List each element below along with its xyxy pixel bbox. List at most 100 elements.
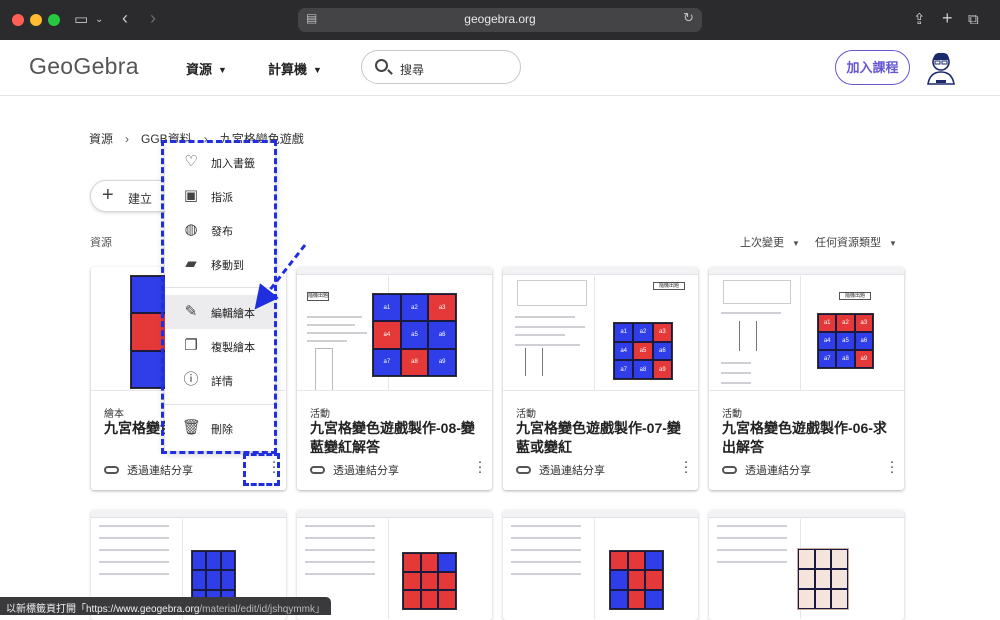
tile [814, 569, 832, 589]
tile: a6 [428, 321, 456, 349]
create-label: 建立 [128, 192, 153, 206]
thumb-line [99, 525, 169, 527]
link-icon [310, 466, 325, 474]
share-label: 透過連結分享 [333, 465, 399, 477]
resource-card[interactable]: 隨機出題 a1 a2 a3 a4 a5 a6 a7 a8 a9 活動 九宮格變色遊戲製作-0… [503, 267, 698, 490]
section-label: 資源 [90, 237, 112, 249]
thumb-toolbar [91, 510, 286, 518]
card-kind: 活動 [722, 409, 742, 420]
more-options-button[interactable]: · · · [682, 454, 690, 479]
card-title[interactable]: 九宮格變色遊戲製作-08-變藍變紅解答 [310, 419, 485, 457]
address-bar[interactable]: ▤ geogebra.org ↻ [298, 8, 702, 32]
thumb-toolbar [297, 267, 492, 275]
thumb-line [717, 525, 787, 527]
card-thumbnail[interactable]: 隨機出題 a1 a2 a3 a4 a5 a6 a7 a8 a9 [709, 267, 904, 391]
tile [438, 553, 456, 572]
thumb-line [307, 340, 347, 342]
zoom-window-button[interactable] [48, 14, 60, 26]
thumb-line [511, 561, 581, 563]
tile [610, 589, 628, 609]
thumb-line [307, 316, 362, 318]
card-thumbnail[interactable]: 隨機出題 a1 a2 a3 a4 a5 a6 a7 a8 a9 [297, 267, 492, 391]
thumb-line [511, 537, 581, 539]
nav-resources[interactable]: 資源 ▼ [186, 59, 227, 78]
thumb-algebra-view [709, 519, 801, 619]
card-title[interactable]: 九宮格變色遊戲製作-07-變藍或變紅 [516, 419, 691, 457]
thumb-line [717, 561, 787, 563]
nav-calculators[interactable]: 計算機 ▼ [268, 59, 322, 78]
thumb-toolbar [709, 267, 904, 275]
sort-dropdown[interactable]: 上次變更 ▼ [740, 234, 800, 250]
chevron-down-icon[interactable]: ⌄ [95, 10, 103, 30]
sort-label: 上次變更 [740, 237, 784, 249]
nav-resources-label: 資源 [186, 62, 213, 77]
back-icon[interactable]: ‹ [122, 8, 128, 28]
share-link[interactable]: 透過連結分享 [722, 462, 811, 478]
thumb-line [515, 316, 575, 318]
annotation-more-button-highlight [243, 453, 280, 486]
tile [798, 589, 815, 609]
thumb-line [515, 326, 585, 328]
share-label: 透過連結分享 [745, 465, 811, 477]
chevron-right-icon: › [125, 132, 130, 146]
tile [438, 571, 456, 591]
tile [420, 571, 439, 591]
tile: a5 [400, 321, 429, 349]
browser-toolbar: ▭ ⌄ ‹ › ▤ geogebra.org ↻ ⇪ + ⧉ [0, 0, 1000, 40]
tile: a8 [836, 350, 855, 368]
share-link[interactable]: 透過連結分享 [310, 462, 399, 478]
tile: a3 [428, 294, 456, 322]
thumb-line [305, 561, 375, 563]
tile: a4 [373, 321, 401, 349]
status-prefix: 以新標籤頁打開「 [6, 604, 86, 615]
share-icon[interactable]: ⇪ [913, 10, 926, 30]
thumb-line [515, 344, 580, 346]
thumb-line [717, 537, 787, 539]
tile: a9 [652, 360, 672, 379]
share-link[interactable]: 透過連結分享 [516, 462, 605, 478]
link-icon [516, 466, 531, 474]
type-filter-dropdown[interactable]: 任何資源類型 ▼ [815, 234, 897, 250]
tile: a9 [428, 348, 456, 376]
more-options-button[interactable]: · · · [888, 454, 896, 479]
resource-card[interactable]: 隨機出題 a1 a2 a3 a4 a5 a6 a7 a8 a9 活動 九宮格變色遊戲製作-0… [709, 267, 904, 490]
card-title[interactable]: 九宮格變色遊戲製作-06-求出解答 [722, 419, 897, 457]
share-link[interactable]: 透過連結分享 [104, 462, 193, 478]
tile [192, 551, 207, 571]
sidebar-toggle-icon[interactable]: ▭ [74, 10, 88, 30]
caret-down-icon: ▼ [889, 239, 897, 248]
avatar[interactable] [922, 48, 960, 86]
tile: a1 [614, 323, 634, 342]
thumb-table [315, 348, 333, 390]
reload-icon[interactable]: ↻ [683, 10, 694, 26]
thumb-line [99, 549, 169, 551]
tab-overview-icon[interactable]: ⧉ [968, 10, 979, 30]
resource-card[interactable] [709, 510, 904, 620]
tile: a2 [836, 314, 855, 332]
address-text: geogebra.org [464, 12, 536, 26]
more-options-button[interactable]: · · · [476, 454, 484, 479]
thumb-line [99, 561, 169, 563]
new-tab-icon[interactable]: + [942, 8, 953, 28]
search-input[interactable]: 搜尋 [361, 50, 521, 84]
forward-icon[interactable]: › [150, 8, 156, 28]
thumb-line [305, 525, 375, 527]
tile: a8 [400, 348, 429, 376]
tile [645, 589, 663, 609]
resource-card[interactable]: 隨機出題 a1 a2 a3 a4 a5 a6 a7 a8 a9 活動 九宮格變色遊戲製作-0… [297, 267, 492, 490]
close-window-button[interactable] [12, 14, 24, 26]
join-class-button[interactable]: 加入課程 [835, 50, 910, 85]
minimize-window-button[interactable] [30, 14, 42, 26]
breadcrumb-item[interactable]: 資源 [89, 132, 113, 146]
tile [220, 570, 235, 590]
resource-card[interactable] [503, 510, 698, 620]
tile [420, 590, 439, 609]
tile [831, 549, 848, 569]
geogebra-logo[interactable]: GeoGebra [29, 53, 139, 80]
thumb-toolbar [503, 510, 698, 518]
site-header: GeoGebra 資源 ▼ 計算機 ▼ 搜尋 加入課程 [0, 40, 1000, 96]
card-kind: 活動 [310, 409, 330, 420]
caret-down-icon: ▼ [313, 65, 322, 75]
card-thumbnail[interactable]: 隨機出題 a1 a2 a3 a4 a5 a6 a7 a8 a9 [503, 267, 698, 391]
tile [627, 589, 646, 609]
